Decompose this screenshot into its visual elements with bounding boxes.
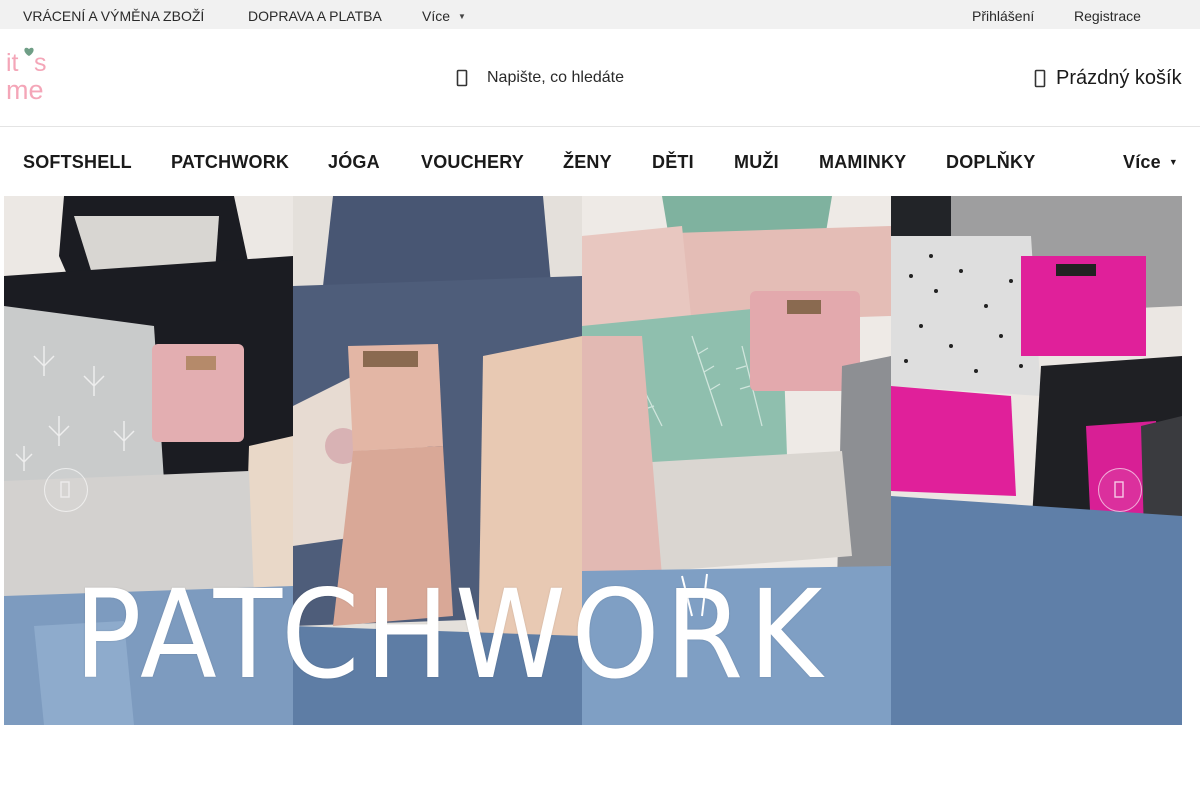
login-link[interactable]: Přihlášení <box>972 8 1034 24</box>
nav-item-vouchery[interactable]: VOUCHERY <box>421 152 524 173</box>
nav-item-deti[interactable]: DĚTI <box>652 152 694 173</box>
chevron-down-icon: ▼ <box>458 12 466 21</box>
hero-banner[interactable]: PATCHWORK <box>4 196 1182 725</box>
chevron-down-icon: ▼ <box>1168 157 1178 167</box>
slider-prev-button[interactable] <box>44 468 88 512</box>
hero-photo-4 <box>891 196 1182 725</box>
nav-item-zeny[interactable]: ŽENY <box>563 152 612 173</box>
nav-item-maminky[interactable]: MAMINKY <box>819 152 906 173</box>
nav-item-more[interactable]: Více ▼ <box>1123 152 1178 173</box>
nav-item-softshell[interactable]: SOFTSHELL <box>23 152 132 173</box>
search-placeholder[interactable]: Napište, co hledáte <box>487 69 624 87</box>
nav-item-muzi[interactable]: MUŽI <box>734 152 779 173</box>
svg-text:it: it <box>6 49 19 77</box>
chevron-right-icon <box>1114 481 1124 498</box>
top-link-more[interactable]: Více ▼ <box>422 8 466 24</box>
logo-graphic: it s me <box>6 47 47 105</box>
main-navigation: SOFTSHELL PATCHWORK JÓGA VOUCHERY ŽENY D… <box>0 128 1200 196</box>
hero-photo-4-illustration <box>891 196 1182 725</box>
nav-item-joga[interactable]: JÓGA <box>328 152 380 173</box>
site-header: it s me Napište, co hledáte Prázdný koší… <box>0 29 1200 127</box>
top-utility-bar: VRÁCENÍ A VÝMĚNA ZBOŽÍ DOPRAVA A PLATBA … <box>0 0 1200 29</box>
register-link[interactable]: Registrace <box>1074 8 1141 24</box>
slider-next-button[interactable] <box>1098 468 1142 512</box>
top-link-more-label: Více <box>422 8 451 24</box>
nav-item-doplnky[interactable]: DOPLŇKY <box>946 152 1035 173</box>
heart-icon <box>24 47 34 56</box>
chevron-left-icon <box>60 481 70 498</box>
top-link-shipping[interactable]: DOPRAVA A PLATBA <box>248 8 382 24</box>
nav-more-label: Více <box>1123 152 1161 172</box>
svg-text:s: s <box>34 49 47 77</box>
search-box[interactable]: Napište, co hledáte <box>452 63 752 93</box>
top-link-returns[interactable]: VRÁCENÍ A VÝMĚNA ZBOŽÍ <box>23 8 204 24</box>
hero-title: PATCHWORK <box>74 564 828 706</box>
svg-text:me: me <box>6 75 44 103</box>
cart-label: Prázdný košík <box>1056 67 1182 89</box>
brand-logo[interactable]: it s me <box>6 45 66 105</box>
cart-icon <box>1034 69 1046 88</box>
search-icon <box>456 69 468 87</box>
nav-item-patchwork[interactable]: PATCHWORK <box>171 152 289 173</box>
